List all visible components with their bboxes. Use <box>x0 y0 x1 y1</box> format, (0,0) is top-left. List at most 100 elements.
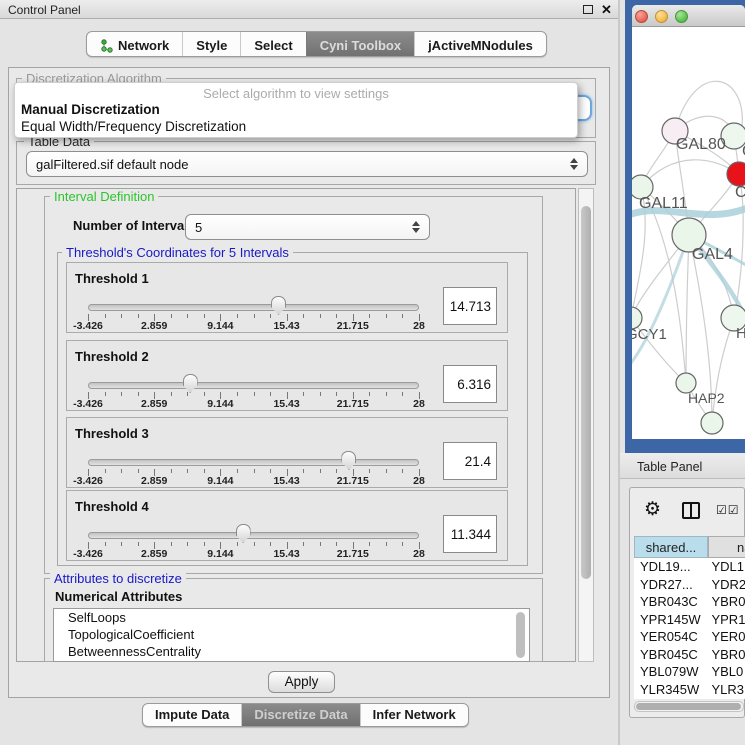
algorithm-option[interactable]: Manual Discretization <box>15 101 577 118</box>
table-hscrollbar-thumb[interactable] <box>636 703 741 710</box>
slider-tick-label: -3.426 <box>73 475 103 487</box>
threshold-value-field[interactable]: 11.344 <box>443 515 497 553</box>
tab-label: Network <box>118 38 169 53</box>
apply-button[interactable]: Apply <box>268 671 335 693</box>
slider-tick <box>237 392 238 396</box>
slider-tick-label: 28 <box>413 398 425 410</box>
slider-tick-label: 2.859 <box>141 398 167 410</box>
number-of-intervals-combobox[interactable]: 5 <box>185 214 430 240</box>
slider-tick <box>138 314 139 318</box>
slider-tick <box>105 469 106 473</box>
threshold-slider-thumb[interactable] <box>341 451 356 470</box>
select-columns-checkboxes-icon[interactable]: ☑☑ <box>716 503 740 517</box>
threshold-value-field[interactable]: 14.713 <box>443 287 497 325</box>
slider-tick-label: 15.43 <box>273 548 299 560</box>
tab-infer-network[interactable]: Infer Network <box>360 704 468 726</box>
close-icon[interactable]: ✕ <box>601 2 612 18</box>
slider-tick <box>402 469 403 473</box>
column-view-icon[interactable] <box>682 502 700 519</box>
cell-name: YPR1 <box>703 612 745 627</box>
slider-tick <box>369 392 370 396</box>
cell-shared-name: YER054C <box>634 629 703 644</box>
attributes-list-scrollbar[interactable] <box>516 612 525 658</box>
slider-tick-label: 28 <box>413 320 425 332</box>
tab-cyni-toolbox[interactable]: Cyni Toolbox <box>306 32 414 57</box>
attribute-list-item[interactable]: BetweennessCentrality <box>54 643 529 660</box>
tab-network[interactable]: Network <box>87 32 182 57</box>
slider-tick <box>320 314 321 318</box>
network-canvas[interactable]: GAL80GAL11GAL4GCY1HHAP2GAC <box>632 27 745 439</box>
attribute-list-item[interactable]: SelfLoops <box>54 609 529 626</box>
threshold-slider-track[interactable] <box>88 532 419 539</box>
threshold-box-2: Threshold 2-3.4262.8599.14415.4321.71528… <box>66 340 508 411</box>
tab-impute-data[interactable]: Impute Data <box>143 704 241 726</box>
slider-tick-label: 28 <box>413 548 425 560</box>
close-traffic-light-icon[interactable] <box>635 10 648 23</box>
slider-tick <box>386 392 387 396</box>
threshold-value-field[interactable]: 21.4 <box>443 442 497 480</box>
node-label: H <box>736 325 745 342</box>
settings-scrollbar-thumb[interactable] <box>581 206 591 579</box>
gear-icon[interactable]: ⚙ <box>644 500 661 519</box>
slider-tick <box>386 314 387 318</box>
minimize-traffic-light-icon[interactable] <box>655 10 668 23</box>
numerical-attributes-list[interactable]: SelfLoopsTopologicalCoefficientBetweenne… <box>53 608 530 662</box>
table-row[interactable]: YPR145WYPR1 <box>634 611 745 629</box>
interval-definition-group-title: Interval Definition <box>50 189 158 204</box>
table-row[interactable]: YIL052CYIL0 <box>634 698 745 699</box>
slider-tick <box>369 314 370 318</box>
network-node[interactable] <box>701 412 723 434</box>
table-row[interactable]: YER054CYER0 <box>634 628 745 646</box>
application-root: Control Panel ✕ NetworkStyleSelectCyni T… <box>0 0 745 745</box>
slider-tick <box>303 469 304 473</box>
tab-discretize-data[interactable]: Discretize Data <box>241 704 359 726</box>
slider-tick <box>237 469 238 473</box>
slider-tick <box>138 469 139 473</box>
table-row[interactable]: YBL079WYBL0 <box>634 663 745 681</box>
slider-tick <box>320 392 321 396</box>
slider-tick-label: 2.859 <box>141 475 167 487</box>
slider-tick <box>121 314 122 318</box>
threshold-slider-track[interactable] <box>88 304 419 311</box>
tab-jactivemnodules[interactable]: jActiveMNodules <box>414 32 546 57</box>
column-header-shared-name[interactable]: shared... <box>634 536 708 558</box>
column-header-name[interactable]: na <box>708 536 745 558</box>
table-row[interactable]: YBR045CYBR0 <box>634 646 745 664</box>
threshold-slider-thumb[interactable] <box>236 524 251 543</box>
table-row[interactable]: YDL19...YDL1 <box>634 558 745 576</box>
cell-name: YDR2 <box>703 577 745 592</box>
table-row[interactable]: YBR043CYBR0 <box>634 593 745 611</box>
slider-tick-label: 28 <box>413 475 425 487</box>
combo-stepper-icon <box>570 158 578 170</box>
node-label: HAP2 <box>688 390 725 406</box>
cell-name: YLR3 <box>703 682 745 697</box>
threshold-slider-thumb[interactable] <box>271 296 286 315</box>
zoom-traffic-light-icon[interactable] <box>675 10 688 23</box>
threshold-slider-track[interactable] <box>88 382 419 389</box>
settings-vertical-scrollbar[interactable] <box>578 188 594 662</box>
slider-tick <box>187 392 188 396</box>
slider-tick <box>187 469 188 473</box>
slider-tick <box>270 542 271 546</box>
table-row[interactable]: YLR345WYLR3 <box>634 681 745 699</box>
slider-tick <box>105 392 106 396</box>
threshold-slider-track[interactable] <box>88 459 419 466</box>
threshold-value-field[interactable]: 6.316 <box>443 365 497 403</box>
table-horizontal-scrollbar[interactable] <box>634 701 744 712</box>
node-table-panel: ⚙ ☑☑ shared... na YDL19...YDL1YDR27...YD… <box>629 487 745 718</box>
algorithm-option[interactable]: Equal Width/Frequency Discretization <box>15 118 577 135</box>
slider-tick-label: 21.715 <box>337 548 369 560</box>
network-window-titlebar[interactable] <box>632 5 745 27</box>
threshold-slider-thumb[interactable] <box>183 374 198 393</box>
tab-style[interactable]: Style <box>182 32 240 57</box>
slider-tick <box>204 542 205 546</box>
table-data-combobox[interactable]: galFiltered.sif default node <box>26 151 588 177</box>
slider-tick <box>369 542 370 546</box>
tab-select[interactable]: Select <box>240 32 305 57</box>
network-node[interactable] <box>727 162 745 186</box>
table-row[interactable]: YDR27...YDR2 <box>634 576 745 594</box>
slider-tick <box>336 542 337 546</box>
float-window-icon[interactable] <box>583 5 593 14</box>
attribute-list-item[interactable]: TopologicalCoefficient <box>54 626 529 643</box>
slider-tick <box>121 392 122 396</box>
